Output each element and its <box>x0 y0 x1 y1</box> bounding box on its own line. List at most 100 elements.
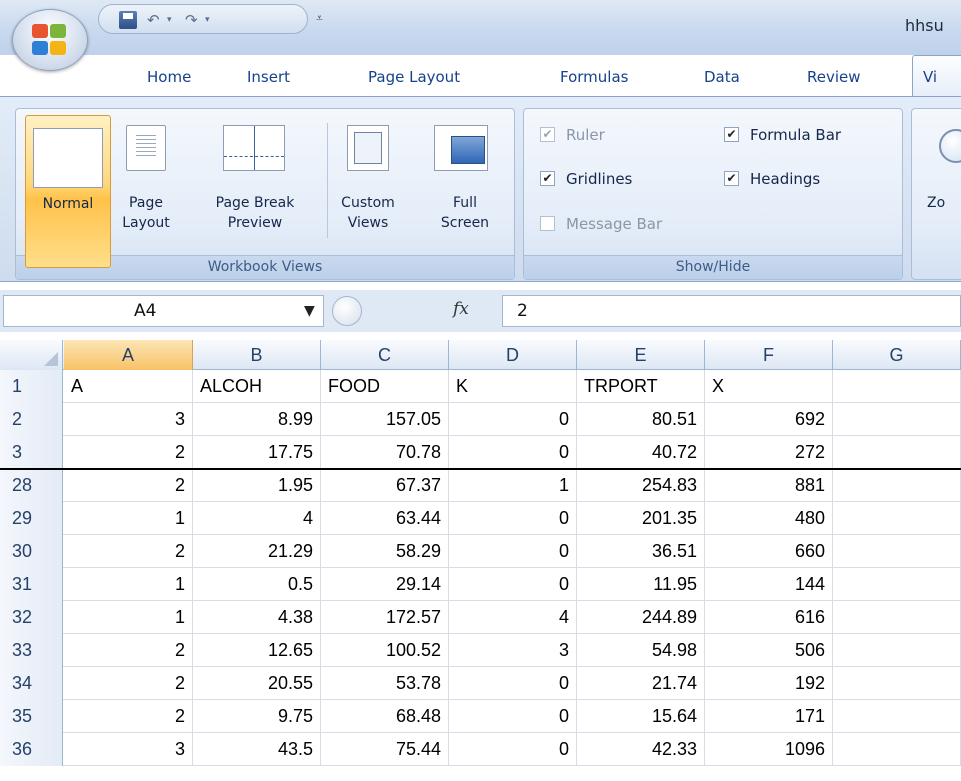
page-layout-button[interactable]: Page Layout <box>117 115 175 268</box>
row-header[interactable]: 1 <box>0 370 63 403</box>
cell-f35[interactable]: 171 <box>705 700 833 733</box>
insert-function-icon[interactable]: fx <box>453 299 469 319</box>
cell-f34[interactable]: 192 <box>705 667 833 700</box>
cell-e3[interactable]: 40.72 <box>577 436 705 469</box>
tab-home[interactable]: Home <box>147 68 191 86</box>
cell-d33[interactable]: 3 <box>449 634 577 667</box>
cell-d2[interactable]: 0 <box>449 403 577 436</box>
cell-b30[interactable]: 21.29 <box>193 535 321 568</box>
zoom-button[interactable]: Zo <box>921 115 961 235</box>
customize-icon[interactable]: ⩡ <box>316 11 323 26</box>
tab-review[interactable]: Review <box>807 68 861 86</box>
cell-a28[interactable]: 2 <box>64 469 193 502</box>
column-header-e[interactable]: E <box>577 340 705 370</box>
cell-a2[interactable]: 3 <box>64 403 193 436</box>
cell-b31[interactable]: 0.5 <box>193 568 321 601</box>
formula-input[interactable]: 2 <box>502 295 961 327</box>
cell-e33[interactable]: 54.98 <box>577 634 705 667</box>
cell-e29[interactable]: 201.35 <box>577 502 705 535</box>
cell-c2[interactable]: 157.05 <box>321 403 449 436</box>
cell-e36[interactable]: 42.33 <box>577 733 705 766</box>
column-header-g[interactable]: G <box>833 340 961 370</box>
cell-b36[interactable]: 43.5 <box>193 733 321 766</box>
cell-d1[interactable]: K <box>449 370 577 403</box>
cell-b1[interactable]: ALCOH <box>193 370 321 403</box>
cell-a34[interactable]: 2 <box>64 667 193 700</box>
cell-f3[interactable]: 272 <box>705 436 833 469</box>
cell-a32[interactable]: 1 <box>64 601 193 634</box>
redo-icon[interactable]: ↷ <box>185 11 198 29</box>
cell-e28[interactable]: 254.83 <box>577 469 705 502</box>
row-header[interactable]: 28 <box>0 469 63 502</box>
row-header[interactable]: 32 <box>0 601 63 634</box>
cell-c35[interactable]: 68.48 <box>321 700 449 733</box>
cell-a33[interactable]: 2 <box>64 634 193 667</box>
cell-c1[interactable]: FOOD <box>321 370 449 403</box>
cell-a1[interactable]: A <box>64 370 193 403</box>
cell-b2[interactable]: 8.99 <box>193 403 321 436</box>
tab-insert[interactable]: Insert <box>247 68 290 86</box>
column-header-b[interactable]: B <box>193 340 321 370</box>
cell-g35[interactable] <box>833 700 961 733</box>
cell-g2[interactable] <box>833 403 961 436</box>
expand-icon[interactable] <box>332 296 362 326</box>
cell-b34[interactable]: 20.55 <box>193 667 321 700</box>
cell-c30[interactable]: 58.29 <box>321 535 449 568</box>
cell-c28[interactable]: 67.37 <box>321 469 449 502</box>
cell-d34[interactable]: 0 <box>449 667 577 700</box>
full-screen-button[interactable]: Full Screen <box>430 115 500 268</box>
cell-e34[interactable]: 21.74 <box>577 667 705 700</box>
cell-e2[interactable]: 80.51 <box>577 403 705 436</box>
row-header[interactable]: 29 <box>0 502 63 535</box>
cell-a3[interactable]: 2 <box>64 436 193 469</box>
worksheet-grid[interactable]: ABCDEFG 1 A ALCOH FOOD K TRPORT X 2 3 8.99 157.05 0… <box>0 340 961 781</box>
row-header[interactable]: 35 <box>0 700 63 733</box>
cell-g33[interactable] <box>833 634 961 667</box>
cell-c32[interactable]: 172.57 <box>321 601 449 634</box>
page-break-preview-button[interactable]: Page Break Preview <box>196 115 314 268</box>
cell-g3[interactable] <box>833 436 961 469</box>
cell-c31[interactable]: 29.14 <box>321 568 449 601</box>
cell-a36[interactable]: 3 <box>64 733 193 766</box>
cell-f36[interactable]: 1096 <box>705 733 833 766</box>
cell-d29[interactable]: 0 <box>449 502 577 535</box>
custom-views-button[interactable]: Custom Views <box>335 115 401 268</box>
cell-g36[interactable] <box>833 733 961 766</box>
cell-b33[interactable]: 12.65 <box>193 634 321 667</box>
name-box-dropdown-icon[interactable]: ▼ <box>304 303 315 319</box>
cell-d30[interactable]: 0 <box>449 535 577 568</box>
cell-a29[interactable]: 1 <box>64 502 193 535</box>
office-button[interactable] <box>12 9 88 71</box>
column-header-a[interactable]: A <box>64 340 193 370</box>
cell-d3[interactable]: 0 <box>449 436 577 469</box>
cell-g29[interactable] <box>833 502 961 535</box>
cell-g30[interactable] <box>833 535 961 568</box>
redo-dropdown-icon[interactable]: ▾ <box>205 11 210 29</box>
cell-g1[interactable] <box>833 370 961 403</box>
row-header[interactable]: 34 <box>0 667 63 700</box>
cell-b29[interactable]: 4 <box>193 502 321 535</box>
undo-icon[interactable]: ↶ <box>147 11 160 29</box>
cell-d36[interactable]: 0 <box>449 733 577 766</box>
cell-c34[interactable]: 53.78 <box>321 667 449 700</box>
cell-e35[interactable]: 15.64 <box>577 700 705 733</box>
cell-d28[interactable]: 1 <box>449 469 577 502</box>
row-header[interactable]: 2 <box>0 403 63 436</box>
save-icon[interactable] <box>119 11 137 29</box>
cell-c3[interactable]: 70.78 <box>321 436 449 469</box>
tab-page-layout[interactable]: Page Layout <box>368 68 460 86</box>
row-header[interactable]: 36 <box>0 733 63 766</box>
select-all-corner[interactable] <box>0 340 63 370</box>
normal-view-button[interactable]: Normal <box>25 115 111 268</box>
tab-data[interactable]: Data <box>704 68 740 86</box>
cell-c33[interactable]: 100.52 <box>321 634 449 667</box>
cell-f33[interactable]: 506 <box>705 634 833 667</box>
tab-formulas[interactable]: Formulas <box>560 68 628 86</box>
cell-d35[interactable]: 0 <box>449 700 577 733</box>
cell-f2[interactable]: 692 <box>705 403 833 436</box>
cell-a31[interactable]: 1 <box>64 568 193 601</box>
column-header-f[interactable]: F <box>705 340 833 370</box>
cell-g34[interactable] <box>833 667 961 700</box>
cell-d32[interactable]: 4 <box>449 601 577 634</box>
cell-f29[interactable]: 480 <box>705 502 833 535</box>
